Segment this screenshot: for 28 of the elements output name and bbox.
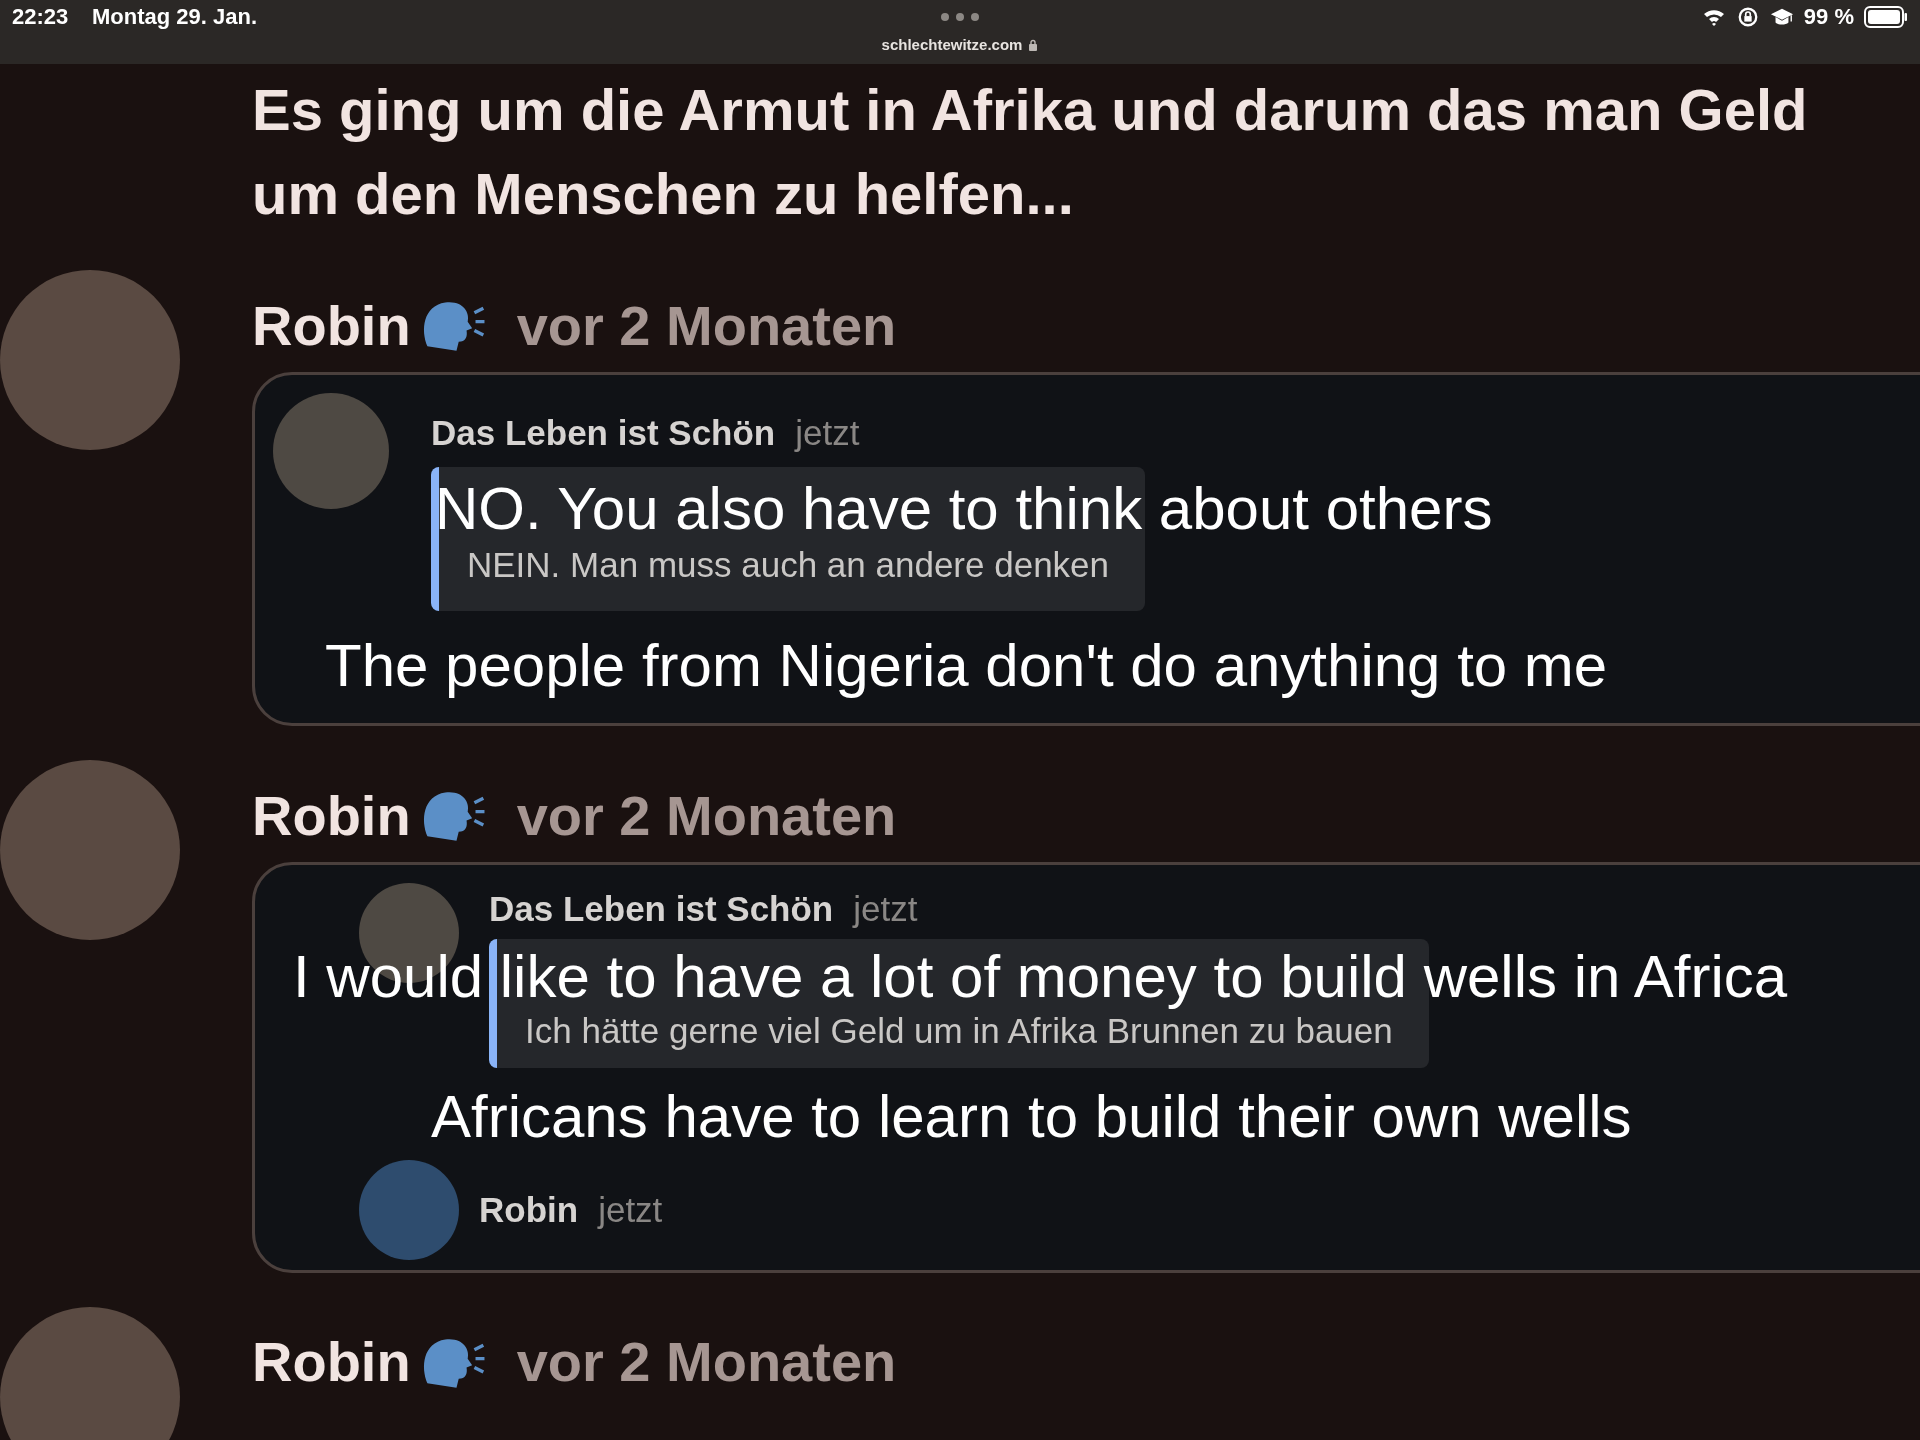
- post-time: vor 2 Monaten: [516, 292, 897, 358]
- author-name[interactable]: Robin: [252, 1329, 411, 1394]
- post-time: vor 2 Monaten: [516, 782, 897, 848]
- lock-icon: [1028, 38, 1039, 51]
- battery-percentage: 99 %: [1803, 4, 1854, 30]
- quote-text: Ich hätte gerne viel Geld um in Afrika Brunnen zu bauen: [525, 1011, 1393, 1052]
- comment-text: Es ging um die Armut in Afrika und darum das man Geld: [252, 76, 1809, 144]
- clock-time: 22:23: [12, 4, 69, 30]
- battery-icon: [1864, 6, 1908, 28]
- reply-time: jetzt: [795, 413, 860, 453]
- translation-caption: The people from Nigeria don't do anything to me: [325, 633, 1608, 700]
- reply-author: Das Leben ist Schön: [431, 413, 776, 453]
- author-name[interactable]: Robin: [252, 782, 411, 848]
- quote-text: NEIN. Man muss auch an andere denken: [467, 545, 1110, 586]
- translation-caption: I would like to have a lot of money to build wells in Africa: [293, 947, 1788, 1008]
- graduation-cap-icon: [1769, 6, 1794, 28]
- comment-text: um den Menschen zu helfen...: [252, 160, 1075, 228]
- reply-author: Robin: [479, 1189, 579, 1230]
- reply-time: jetzt: [598, 1189, 663, 1230]
- address-url[interactable]: schlechtewitze.com: [881, 36, 1023, 53]
- translation-caption: Africans have to learn to build their own wells: [431, 1083, 1632, 1150]
- author-name[interactable]: Robin: [252, 292, 411, 358]
- date-label: Montag 29. Jan.: [92, 4, 258, 30]
- reply-time: jetzt: [853, 889, 918, 930]
- reply-author: Das Leben ist Schön: [489, 889, 834, 930]
- translation-caption: NO. You also have to think about others: [435, 479, 1493, 539]
- post-time: vor 2 Monaten: [516, 1329, 897, 1394]
- more-dots-icon[interactable]: [940, 12, 980, 22]
